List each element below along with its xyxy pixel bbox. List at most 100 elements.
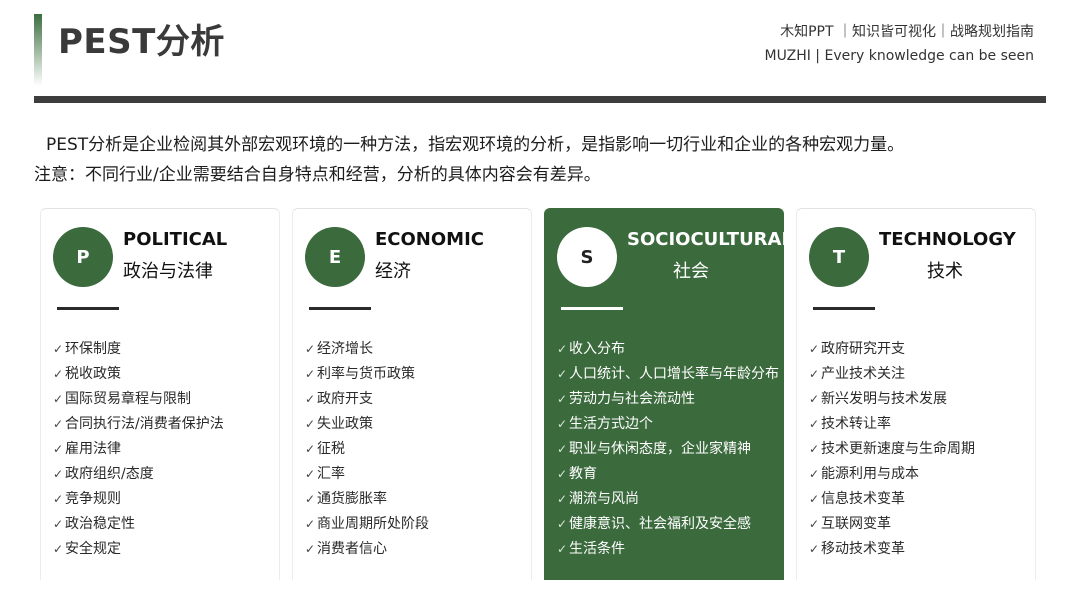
check-icon: ✓ xyxy=(809,392,820,406)
card-underline xyxy=(561,307,623,310)
list-item: ✓ 利率与货币政策 xyxy=(305,362,429,387)
check-icon: ✓ xyxy=(809,367,820,381)
page-title: PEST分析 xyxy=(58,22,225,62)
check-icon: ✓ xyxy=(53,342,64,356)
check-icon: ✓ xyxy=(557,492,568,506)
card-underline xyxy=(57,307,119,310)
technology-badge: T xyxy=(809,227,869,287)
check-icon: ✓ xyxy=(53,542,64,556)
check-icon: ✓ xyxy=(557,417,568,431)
check-icon: ✓ xyxy=(809,417,820,431)
check-icon: ✓ xyxy=(557,542,568,556)
card-political: P POLITICAL 政治与法律 ✓ 环保制度 ✓ 税收政策 ✓ 国际贸易章程与限制… xyxy=(40,208,280,580)
list-item: ✓ 竞争规则 xyxy=(53,487,224,512)
list-item: ✓ 人口统计、人口增长率与年龄分布 xyxy=(557,362,779,387)
list-item: ✓ 税收政策 xyxy=(53,362,224,387)
brand-tagline-en: MUZHI | Every knowledge can be seen xyxy=(764,48,1034,64)
list-item: ✓ 技术更新速度与生命周期 xyxy=(809,437,975,462)
card-title-zh: 社会 xyxy=(673,261,709,282)
check-icon: ✓ xyxy=(809,492,820,506)
check-icon: ✓ xyxy=(305,467,316,481)
list-item: ✓ 失业政策 xyxy=(305,412,429,437)
list-item: ✓ 互联网变革 xyxy=(809,512,975,537)
list-item: ✓ 经济增长 xyxy=(305,337,429,362)
check-icon: ✓ xyxy=(557,367,568,381)
card-underline xyxy=(309,307,371,310)
list-item: ✓ 合同执行法/消费者保护法 xyxy=(53,412,224,437)
check-icon: ✓ xyxy=(557,392,568,406)
list-item: ✓ 消费者信心 xyxy=(305,537,429,562)
card-title-en: SOCIOCULTURAL xyxy=(627,229,793,250)
brand-tagline-cn: 木知PPT ｜知识皆可视化｜战略规划指南 xyxy=(780,24,1034,40)
check-icon: ✓ xyxy=(557,342,568,356)
list-item: ✓ 潮流与风尚 xyxy=(557,487,779,512)
check-icon: ✓ xyxy=(53,417,64,431)
check-icon: ✓ xyxy=(53,517,64,531)
card-title-en: ECONOMIC xyxy=(375,229,484,250)
list-item: ✓ 汇率 xyxy=(305,462,429,487)
check-icon: ✓ xyxy=(305,367,316,381)
check-icon: ✓ xyxy=(305,392,316,406)
sociocultural-badge: S xyxy=(557,227,617,287)
check-icon: ✓ xyxy=(557,442,568,456)
card-sociocultural: S SOCIOCULTURAL 社会 ✓ 收入分布 ✓ 人口统计、人口增长率与年龄分… xyxy=(544,208,793,580)
check-icon: ✓ xyxy=(53,367,64,381)
check-icon: ✓ xyxy=(305,342,316,356)
list-item: ✓ 政府研究开支 xyxy=(809,337,975,362)
check-icon: ✓ xyxy=(809,467,820,481)
factor-list: ✓ 经济增长 ✓ 利率与货币政策 ✓ 政府开支 ✓ 失业政策 ✓ 征税 ✓ 汇率 ✓ 通货膨胀… xyxy=(305,337,429,562)
check-icon: ✓ xyxy=(305,442,316,456)
card-economic: E ECONOMIC 经济 ✓ 经济增长 ✓ 利率与货币政策 ✓ 政府开支 ✓ 失业政策… xyxy=(292,208,532,580)
intro-definition: PEST分析是企业检阅其外部宏观环境的一种方法，指宏观环境的分析，是指影响一切行… xyxy=(46,135,905,155)
factor-list: ✓ 收入分布 ✓ 人口统计、人口增长率与年龄分布 ✓ 劳动力与社会流动性 ✓ 生活方式边… xyxy=(557,337,779,562)
check-icon: ✓ xyxy=(809,542,820,556)
check-icon: ✓ xyxy=(53,492,64,506)
header-divider xyxy=(34,96,1046,103)
check-icon: ✓ xyxy=(53,392,64,406)
list-item: ✓ 收入分布 xyxy=(557,337,779,362)
factor-list: ✓ 环保制度 ✓ 税收政策 ✓ 国际贸易章程与限制 ✓ 合同执行法/消费者保护法 ✓ 雇用… xyxy=(53,337,224,562)
list-item: ✓ 政府组织/态度 xyxy=(53,462,224,487)
political-badge: P xyxy=(53,227,113,287)
card-title-zh: 技术 xyxy=(927,261,963,282)
card-title-en: POLITICAL xyxy=(123,229,228,250)
check-icon: ✓ xyxy=(809,342,820,356)
card-underline xyxy=(813,307,875,310)
list-item: ✓ 商业周期所处阶段 xyxy=(305,512,429,537)
check-icon: ✓ xyxy=(305,492,316,506)
economic-badge: E xyxy=(305,227,365,287)
check-icon: ✓ xyxy=(557,517,568,531)
check-icon: ✓ xyxy=(809,517,820,531)
list-item: ✓ 健康意识、社会福利及安全感 xyxy=(557,512,779,537)
card-title-en: TECHNOLOGY xyxy=(879,229,1016,250)
list-item: ✓ 征税 xyxy=(305,437,429,462)
list-item: ✓ 移动技术变革 xyxy=(809,537,975,562)
list-item: ✓ 生活方式边个 xyxy=(557,412,779,437)
list-item: ✓ 劳动力与社会流动性 xyxy=(557,387,779,412)
check-icon: ✓ xyxy=(557,467,568,481)
list-item: ✓ 政府开支 xyxy=(305,387,429,412)
list-item: ✓ 国际贸易章程与限制 xyxy=(53,387,224,412)
list-item: ✓ 通货膨胀率 xyxy=(305,487,429,512)
list-item: ✓ 产业技术关注 xyxy=(809,362,975,387)
intro-note: 注意：不同行业/企业需要结合自身特点和经营，分析的具体内容会有差异。 xyxy=(34,165,601,185)
brand-block: 木知PPT ｜知识皆可视化｜战略规划指南 MUZHI | Every knowl… xyxy=(765,20,1034,68)
intro-text: PEST分析是企业检阅其外部宏观环境的一种方法，指宏观环境的分析，是指影响一切行… xyxy=(34,130,904,190)
list-item: ✓ 政治稳定性 xyxy=(53,512,224,537)
factor-list: ✓ 政府研究开支 ✓ 产业技术关注 ✓ 新兴发明与技术发展 ✓ 技术转让率 ✓ 技术更新速… xyxy=(809,337,975,562)
check-icon: ✓ xyxy=(305,542,316,556)
list-item: ✓ 信息技术变革 xyxy=(809,487,975,512)
list-item: ✓ 职业与休闲态度，企业家精神 xyxy=(557,437,779,462)
check-icon: ✓ xyxy=(809,442,820,456)
check-icon: ✓ xyxy=(53,467,64,481)
list-item: ✓ 教育 xyxy=(557,462,779,487)
check-icon: ✓ xyxy=(305,517,316,531)
check-icon: ✓ xyxy=(53,442,64,456)
list-item: ✓ 新兴发明与技术发展 xyxy=(809,387,975,412)
list-item: ✓ 能源利用与成本 xyxy=(809,462,975,487)
card-technology: T TECHNOLOGY 技术 ✓ 政府研究开支 ✓ 产业技术关注 ✓ 新兴发明与技术… xyxy=(796,208,1036,580)
list-item: ✓ 技术转让率 xyxy=(809,412,975,437)
list-item: ✓ 雇用法律 xyxy=(53,437,224,462)
list-item: ✓ 安全规定 xyxy=(53,537,224,562)
check-icon: ✓ xyxy=(305,417,316,431)
